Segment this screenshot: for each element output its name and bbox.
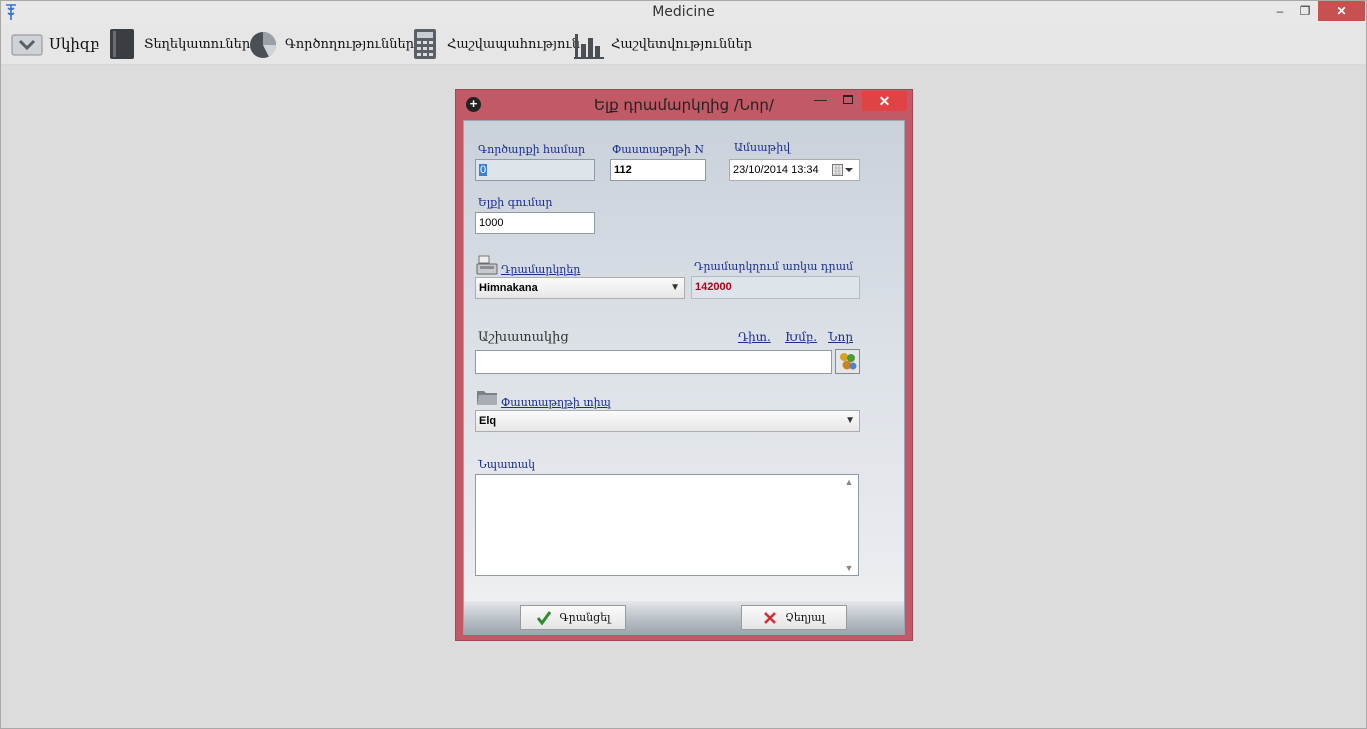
window-title: Medicine (652, 4, 715, 20)
menu-directories-label: Տեղեկատուներ (144, 36, 251, 52)
document-type-select-value: Elq (479, 415, 497, 427)
menu-bar: Սկիզբ Տեղեկատուներ Գործողություններ Հաշվ… (1, 23, 1366, 65)
menu-start-label: Սկիզբ (49, 35, 100, 53)
dialog-body: Գործարքի համար 0 Փաստաթղթի N 112 Ամսաթիվ… (463, 120, 905, 635)
calculator-icon (414, 29, 436, 59)
date-picker[interactable]: 23/10/2014 13:34 (729, 159, 860, 181)
cash-out-dialog: Ելք դրամարկղից /Նոր/ + — ✕ Գործարքի համա… (455, 89, 913, 641)
title-bar: Medicine – ❐ ✕ (1, 1, 1366, 23)
close-button[interactable]: ✕ (1318, 1, 1365, 21)
employee-edit-link[interactable]: Խմբ. (785, 330, 817, 344)
operation-number-field[interactable]: 0 (475, 159, 595, 181)
date-label: Ամսաթիվ (734, 141, 791, 154)
dialog-maximize-button[interactable] (843, 95, 853, 104)
employee-field[interactable] (475, 350, 832, 374)
menu-reports-label: Հաշվետվություններ (611, 36, 753, 52)
date-value: 23/10/2014 13:34 (733, 164, 819, 176)
main-window: Medicine – ❐ ✕ Սկիզբ Տեղեկատուներ Գործող… (0, 0, 1367, 729)
menu-operations[interactable]: Գործողություններ (247, 27, 414, 61)
dialog-minimize-button[interactable]: — (814, 92, 827, 107)
employee-label: Աշխատակից (478, 330, 569, 345)
book-icon (110, 29, 134, 59)
menu-operations-label: Գործողություններ (285, 36, 415, 52)
chevron-down-icon: ▼ (845, 415, 855, 426)
menu-directories[interactable]: Տեղեկատուներ (106, 27, 250, 61)
operation-number-label: Գործարքի համար (478, 143, 586, 156)
document-type-select[interactable]: Elq ▼ (475, 410, 860, 432)
amount-label: Ելքի գումար (478, 196, 553, 209)
cash-in-box-field: 142000 (691, 276, 860, 299)
scroll-up-icon[interactable]: ▲ (840, 477, 858, 487)
plus-icon: + (466, 97, 481, 112)
save-button-label: Գրանցել (559, 611, 611, 624)
checkmark-icon (536, 610, 551, 625)
dialog-footer: Գրանցել Չեղյալ (464, 601, 904, 634)
start-icon (11, 34, 43, 56)
cash-in-box-label: Դրամարկղում առկա դրամ (694, 260, 854, 273)
cancel-button[interactable]: Չեղյալ (741, 605, 847, 630)
note-textarea[interactable] (475, 474, 859, 576)
note-scrollbar[interactable]: ▲ ▼ (840, 475, 858, 575)
close-icon (764, 611, 776, 624)
scroll-down-icon[interactable]: ▼ (840, 563, 858, 573)
employee-new-link[interactable]: Նոր (828, 330, 853, 344)
menu-accounting[interactable]: Հաշվապահություն (409, 27, 580, 61)
employee-view-link[interactable]: Դիտ. (738, 330, 771, 344)
save-button[interactable]: Գրանցել (520, 605, 626, 630)
menu-reports[interactable]: Հաշվետվություններ (573, 27, 752, 61)
cashbox-select[interactable]: Himnakana ▼ (475, 277, 685, 299)
cashboxes-link[interactable]: Դրամարկղեր (501, 263, 580, 276)
calendar-icon[interactable] (832, 164, 854, 176)
minimize-button[interactable]: – (1266, 1, 1294, 21)
dialog-close-button[interactable]: ✕ (862, 91, 907, 111)
users-icon[interactable] (835, 349, 860, 374)
document-number-field[interactable]: 112 (610, 159, 706, 181)
note-label: Նպատակ (478, 458, 536, 471)
menu-start[interactable]: Սկիզբ (11, 27, 100, 61)
cashbox-select-value: Himnakana (479, 282, 538, 294)
folder-icon (477, 391, 497, 405)
amount-field[interactable]: 1000 (475, 212, 595, 234)
document-type-link[interactable]: Փաստաթղթի տիպ (501, 396, 611, 409)
menu-accounting-label: Հաշվապահություն (447, 36, 581, 52)
cash-register-icon (476, 255, 498, 275)
maximize-button[interactable]: ❐ (1291, 1, 1319, 21)
chevron-down-icon: ▼ (670, 282, 680, 293)
cancel-button-label: Չեղյալ (785, 611, 825, 624)
pie-chart-icon (250, 32, 277, 58)
bar-chart-icon (574, 34, 604, 59)
document-number-label: Փաստաթղթի N (612, 143, 704, 156)
